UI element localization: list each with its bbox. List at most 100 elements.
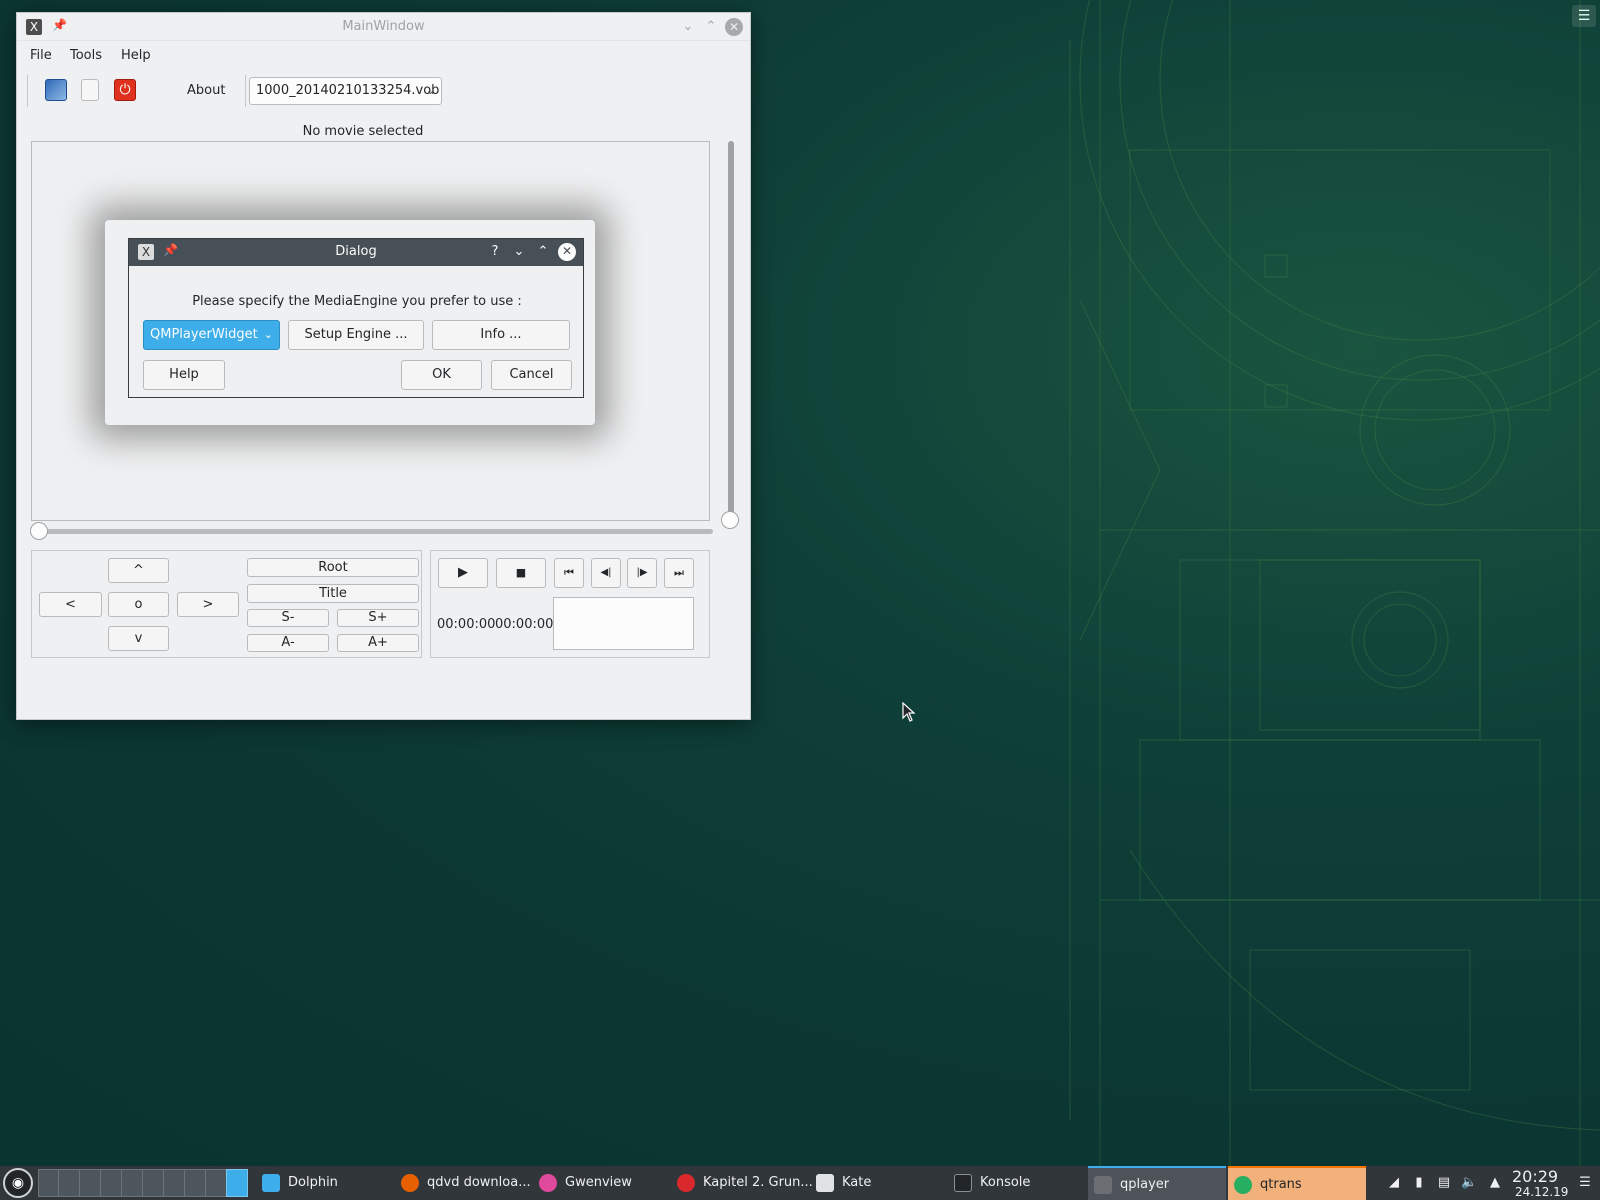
stop-icon: ■ <box>515 566 527 579</box>
panel-menu-icon[interactable]: ☰ <box>1577 1175 1593 1191</box>
root-menu-button[interactable]: Root <box>247 558 419 577</box>
menu-tools[interactable]: Tools <box>70 48 102 63</box>
subtitle-prev-button[interactable]: S- <box>247 609 329 627</box>
chevron-down-icon: ⌄ <box>263 328 273 341</box>
dialog-titlebar[interactable]: X 📌 Dialog ? ⌄ ⌃ ✕ <box>129 239 583 266</box>
open-dvd-icon[interactable] <box>45 79 67 101</box>
info-display <box>553 597 694 650</box>
audio-next-button[interactable]: A+ <box>337 634 419 652</box>
skip-start-icon: ⏮ <box>564 566 574 579</box>
network-icon[interactable]: ◢ <box>1386 1175 1402 1191</box>
nav-left-button[interactable]: < <box>39 592 102 617</box>
close-icon[interactable]: ✕ <box>725 18 743 36</box>
nav-right-button[interactable]: > <box>177 592 239 617</box>
task-label: Konsole <box>980 1175 1031 1190</box>
cancel-button[interactable]: Cancel <box>491 360 572 390</box>
media-engine-dialog: X 📌 Dialog ? ⌄ ⌃ ✕ Please specify the Me… <box>128 238 584 398</box>
task-konsole[interactable]: Konsole <box>948 1166 1084 1200</box>
task-help-center[interactable]: Kapitel 2. Grun... <box>671 1166 813 1200</box>
file-select-value: 1000_20140210133254.vob <box>256 83 440 98</box>
step-forward-icon: |▶ <box>636 567 648 578</box>
pager-desktop-5[interactable] <box>121 1169 143 1197</box>
clock-time[interactable]: 20:29 <box>1512 1167 1558 1186</box>
gwenview-icon <box>539 1174 557 1192</box>
dvd-nav-panel: ^ < o > v Root Title S- S+ A- A+ <box>31 550 422 658</box>
pager-desktop-1[interactable] <box>38 1169 60 1197</box>
main-window-titlebar[interactable]: X 📌 MainWindow ⌄ ⌃ ✕ <box>17 13 750 41</box>
title-menu-button[interactable]: Title <box>247 584 419 603</box>
mouse-cursor-icon <box>902 702 916 722</box>
setup-engine-button[interactable]: Setup Engine ... <box>288 320 424 350</box>
maximize-icon[interactable]: ⌃ <box>533 242 553 262</box>
desktop-toolbox-button[interactable]: ☰ <box>1572 5 1596 27</box>
tray-expand-icon[interactable]: ▲ <box>1487 1175 1503 1191</box>
prev-chapter-button[interactable]: ◀| <box>591 558 621 588</box>
ok-button[interactable]: OK <box>401 360 482 390</box>
audio-prev-button[interactable]: A- <box>247 634 329 652</box>
toolbar: ⏻ About 1000_20140210133254.vob ⌄ <box>27 73 442 109</box>
menubar: File Tools Help <box>17 41 750 71</box>
pager-desktop-4[interactable] <box>100 1169 122 1197</box>
task-qplayer[interactable]: qplayer <box>1088 1166 1226 1200</box>
clipboard-icon[interactable]: ▤ <box>1436 1175 1452 1191</box>
nav-up-button[interactable]: ^ <box>108 558 169 583</box>
pager-desktop-7[interactable] <box>163 1169 185 1197</box>
virtual-desktop-pager[interactable] <box>38 1169 248 1197</box>
task-label: qtrans <box>1260 1177 1302 1192</box>
clock-date[interactable]: 24.12.19 <box>1515 1185 1568 1199</box>
new-document-icon[interactable] <box>81 79 99 101</box>
removable-device-icon[interactable]: ▮ <box>1411 1175 1427 1191</box>
media-engine-select[interactable]: QMPlayerWidget ⌄ <box>143 320 280 350</box>
info-button[interactable]: Info ... <box>432 320 570 350</box>
volume-slider-handle[interactable] <box>721 511 739 529</box>
application-launcher-icon[interactable]: ◉ <box>3 1168 33 1198</box>
last-chapter-button[interactable]: ⏭ <box>664 558 694 588</box>
task-label: Kapitel 2. Grun... <box>703 1175 813 1190</box>
nav-ok-button[interactable]: o <box>108 592 169 617</box>
toolbar-separator <box>245 75 246 107</box>
task-firefox[interactable]: qdvd downloa... <box>395 1166 531 1200</box>
task-dolphin[interactable]: Dolphin <box>256 1166 392 1200</box>
power-icon[interactable]: ⏻ <box>114 79 136 101</box>
task-label: qplayer <box>1120 1177 1170 1192</box>
minimize-icon[interactable]: ⌄ <box>509 242 529 262</box>
nav-down-button[interactable]: v <box>108 626 169 651</box>
next-chapter-button[interactable]: |▶ <box>627 558 657 588</box>
seek-slider-handle[interactable] <box>30 522 48 540</box>
dialog-prompt: Please specify the MediaEngine you prefe… <box>192 294 522 309</box>
task-qtrans[interactable]: qtrans <box>1228 1166 1366 1200</box>
first-chapter-button[interactable]: ⏮ <box>554 558 584 588</box>
pager-desktop-10[interactable] <box>226 1169 248 1197</box>
pager-desktop-8[interactable] <box>184 1169 206 1197</box>
pager-desktop-6[interactable] <box>142 1169 164 1197</box>
pager-desktop-2[interactable] <box>58 1169 80 1197</box>
task-label: Kate <box>842 1175 872 1190</box>
stop-button[interactable]: ■ <box>496 558 546 588</box>
media-engine-value: QMPlayerWidget <box>150 327 258 342</box>
task-label: qdvd downloa... <box>427 1175 531 1190</box>
subtitle-next-button[interactable]: S+ <box>337 609 419 627</box>
movie-status: No movie selected <box>302 124 424 139</box>
close-icon[interactable]: ✕ <box>558 243 576 261</box>
volume-icon[interactable]: 🔈 <box>1461 1175 1477 1191</box>
minimize-icon[interactable]: ⌄ <box>678 17 698 37</box>
volume-slider-track[interactable] <box>728 141 734 515</box>
pager-desktop-9[interactable] <box>205 1169 227 1197</box>
task-gwenview[interactable]: Gwenview <box>533 1166 669 1200</box>
taskbar: ◉ Dolphin qdvd downloa... Gwenview Kapit… <box>0 1166 1600 1200</box>
help-button[interactable]: Help <box>143 360 225 390</box>
window-title: MainWindow <box>342 19 425 34</box>
toolbar-handle[interactable] <box>27 75 29 107</box>
play-button[interactable]: ▶ <box>438 558 488 588</box>
pager-desktop-3[interactable] <box>79 1169 101 1197</box>
context-help-icon[interactable]: ? <box>485 242 505 262</box>
about-button[interactable]: About <box>187 83 225 98</box>
chevron-down-icon: ⌄ <box>425 84 435 97</box>
task-label: Dolphin <box>288 1175 338 1190</box>
maximize-icon[interactable]: ⌃ <box>701 17 721 37</box>
menu-help[interactable]: Help <box>121 48 151 63</box>
task-kate[interactable]: Kate <box>810 1166 946 1200</box>
seek-slider-track[interactable] <box>45 529 713 534</box>
menu-file[interactable]: File <box>30 48 52 63</box>
file-select[interactable]: 1000_20140210133254.vob ⌄ <box>249 77 442 105</box>
